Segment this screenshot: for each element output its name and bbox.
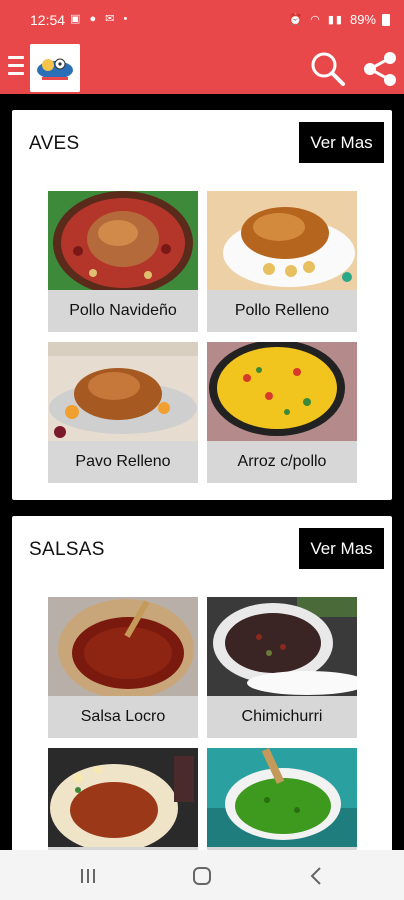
status-bar: 12:54 ▣ ● ✉ • ⏰ ◠ ▮▮ 89% [0, 0, 404, 42]
alarm-icon: ⏰ [288, 14, 305, 26]
recipe-label: Pollo Navideño [69, 302, 177, 319]
battery-text: 89% [349, 12, 376, 27]
search-icon[interactable] [308, 50, 348, 88]
recipe-card[interactable] [48, 748, 198, 850]
ver-mas-button[interactable]: Ver Mas [299, 122, 384, 163]
section-aves: AVES Ver Mas Pollo Navideño Pollo Rellen… [12, 110, 392, 500]
signal-icon: ▮▮ [327, 14, 344, 26]
recipe-card[interactable]: Chimichurri [207, 597, 357, 738]
recipe-image [207, 342, 357, 441]
recipe-card[interactable] [207, 748, 357, 850]
hamburger-menu-icon[interactable] [8, 56, 24, 78]
home-icon[interactable] [182, 864, 222, 888]
status-time: 12:54 [30, 12, 66, 28]
wifi-icon: ◠ [310, 14, 322, 26]
share-icon[interactable] [360, 50, 400, 88]
recipe-image [207, 748, 357, 847]
recipe-card[interactable]: Salsa Locro [48, 597, 198, 738]
recipe-image [48, 342, 198, 441]
recipe-image [207, 191, 357, 290]
facebook-icon: ● [89, 13, 100, 25]
app-bar [0, 42, 404, 94]
recipe-image [207, 597, 357, 696]
recipe-label: Pavo Relleno [75, 453, 171, 470]
recipe-label: Pollo Relleno [234, 302, 330, 319]
system-nav-bar [0, 850, 404, 900]
image-icon: ▣ [70, 13, 84, 25]
notification-icons: ▣ ● ✉ • [70, 12, 130, 25]
section-salsas: SALSAS Ver Mas Salsa Locro Chimichurri [12, 516, 392, 850]
recipe-image [48, 597, 198, 696]
app-logo [30, 44, 80, 92]
recipe-image [48, 191, 198, 290]
section-title: AVES [29, 133, 80, 154]
recipe-card[interactable]: Arroz c/pollo [207, 342, 357, 483]
section-title: SALSAS [29, 539, 105, 560]
recipe-label: Chimichurri [241, 708, 323, 725]
back-icon[interactable] [296, 864, 336, 888]
recipe-image [48, 748, 198, 847]
status-right: ⏰ ◠ ▮▮ 89% [289, 12, 390, 27]
ver-mas-button[interactable]: Ver Mas [299, 528, 384, 569]
recipe-card[interactable]: Pollo Navideño [48, 191, 198, 332]
recipe-label: Salsa Locro [80, 708, 166, 725]
gmail-icon: ✉ [105, 13, 118, 25]
content-scroll[interactable]: AVES Ver Mas Pollo Navideño Pollo Rellen… [0, 94, 404, 850]
recipe-label: Arroz c/pollo [237, 453, 327, 470]
battery-icon [382, 13, 390, 26]
recent-apps-icon[interactable] [68, 864, 108, 888]
recipe-card[interactable]: Pollo Relleno [207, 191, 357, 332]
recipe-card[interactable]: Pavo Relleno [48, 342, 198, 483]
dot-icon: • [123, 13, 131, 25]
